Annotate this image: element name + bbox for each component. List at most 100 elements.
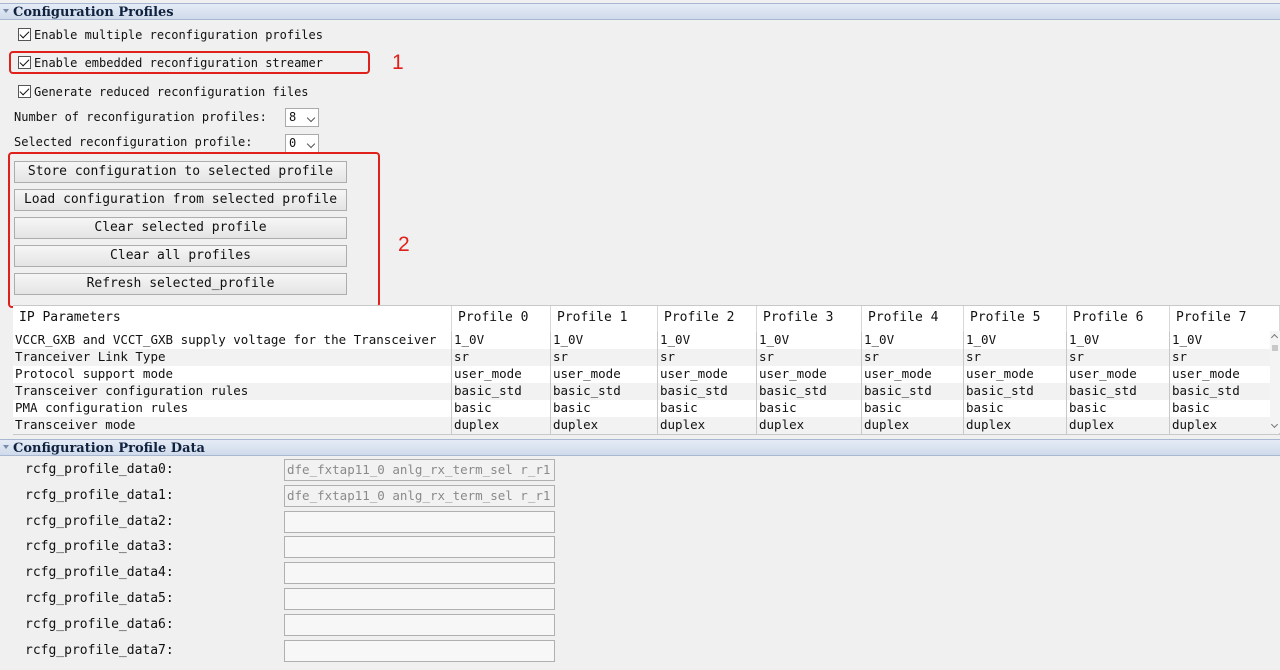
table-header-profile-4[interactable]: Profile 4 (862, 306, 964, 332)
table-cell[interactable]: basic (964, 400, 1067, 417)
profile-data-field-6[interactable] (284, 613, 555, 636)
table-cell[interactable]: 1_0V (658, 332, 757, 349)
profile-data-label: rcfg_profile_data4: (25, 565, 174, 581)
selected-profile-select[interactable]: 0 (285, 134, 319, 153)
table-cell[interactable]: sr (862, 349, 964, 366)
table-cell[interactable]: user_mode (862, 366, 964, 383)
profiles-table: IP Parameters Profile 0 Profile 1 Profile 2… (13, 305, 1280, 435)
annotation-box-1 (9, 51, 370, 74)
table-cell[interactable]: user_mode (658, 366, 757, 383)
configuration-profiles-header[interactable]: Configuration Profiles (0, 3, 1280, 20)
table-cell[interactable]: basic_std (862, 383, 964, 400)
generate-reduced-row[interactable]: Generate reduced reconfiguration files (18, 83, 309, 101)
profile-data-field-4[interactable] (284, 562, 555, 585)
table-cell[interactable]: sr (757, 349, 862, 366)
table-cell[interactable]: duplex (1170, 417, 1280, 434)
chevron-down-icon (306, 113, 316, 123)
table-cell[interactable]: 1_0V (1067, 332, 1170, 349)
table-cell[interactable]: basic_std (1067, 383, 1170, 400)
profile-data-field-3[interactable] (284, 536, 555, 559)
table-header-profile-0[interactable]: Profile 0 (452, 306, 551, 332)
table-cell[interactable]: basic (452, 400, 551, 417)
selected-profile-value: 0 (289, 136, 297, 150)
table-cell[interactable]: duplex (964, 417, 1067, 434)
table-cell[interactable]: basic_std (1170, 383, 1280, 400)
table-cell[interactable]: basic_std (757, 383, 862, 400)
table-cell[interactable]: duplex (1067, 417, 1170, 434)
configuration-profiles-title: Configuration Profiles (13, 5, 174, 20)
table-header-profile-6[interactable]: Profile 6 (1067, 306, 1170, 332)
table-cell[interactable]: sr (964, 349, 1067, 366)
annotation-box-2 (8, 152, 380, 308)
table-cell[interactable]: sr (658, 349, 757, 366)
collapse-triangle-icon[interactable] (3, 445, 9, 449)
enable-multiple-profiles-checkbox[interactable] (18, 28, 31, 41)
scroll-down-icon[interactable] (1270, 420, 1279, 429)
table-header-profile-3[interactable]: Profile 3 (757, 306, 862, 332)
scrollbar-thumb[interactable] (1272, 345, 1278, 351)
profile-data-label: rcfg_profile_data1: (25, 487, 174, 503)
collapse-triangle-icon[interactable] (3, 9, 9, 13)
table-cell[interactable]: 1_0V (452, 332, 551, 349)
table-cell[interactable]: user_mode (551, 366, 658, 383)
table-cell[interactable]: sr (1170, 349, 1280, 366)
profile-data-label: rcfg_profile_data0: (25, 462, 174, 477)
scroll-up-icon[interactable] (1270, 333, 1279, 342)
table-cell[interactable]: user_mode (757, 366, 862, 383)
table-header-profile-1[interactable]: Profile 1 (551, 306, 658, 332)
profile-data-header[interactable]: Configuration Profile Data (0, 439, 1280, 456)
profile-data-field-1[interactable]: dfe_fxtap11_0 anlg_rx_term_sel r_r1 (284, 484, 555, 507)
profile-data-field-5[interactable] (284, 588, 555, 610)
profile-data-title: Configuration Profile Data (13, 441, 205, 456)
table-cell[interactable]: duplex (452, 417, 551, 434)
generate-reduced-label: Generate reduced reconfiguration files (34, 85, 309, 99)
profile-data-label: rcfg_profile_data6: (25, 616, 174, 632)
table-cell[interactable]: duplex (757, 417, 862, 434)
table-cell[interactable]: basic (658, 400, 757, 417)
table-cell[interactable]: basic (757, 400, 862, 417)
enable-multiple-profiles-row[interactable]: Enable multiple reconfiguration profiles (18, 26, 323, 44)
table-cell[interactable]: duplex (862, 417, 964, 434)
table-cell[interactable]: 1_0V (551, 332, 658, 349)
profile-data-label: rcfg_profile_data2: (25, 513, 174, 529)
generate-reduced-checkbox[interactable] (18, 85, 31, 98)
table-cell[interactable]: sr (452, 349, 551, 366)
profile-data-field-7[interactable] (284, 639, 555, 662)
table-cell[interactable]: basic (551, 400, 658, 417)
table-cell[interactable]: sr (1067, 349, 1170, 366)
table-cell[interactable]: basic (1067, 400, 1170, 417)
table-cell[interactable]: user_mode (1067, 366, 1170, 383)
enable-multiple-profiles-label: Enable multiple reconfiguration profiles (34, 28, 323, 42)
table-cell[interactable]: basic (862, 400, 964, 417)
num-profiles-select[interactable]: 8 (285, 108, 319, 127)
table-row-parameter: Protocol support mode (13, 366, 452, 383)
table-cell[interactable]: duplex (658, 417, 757, 434)
table-cell[interactable]: duplex (551, 417, 658, 434)
profile-data-label: rcfg_profile_data7: (25, 642, 174, 658)
table-cell[interactable]: user_mode (452, 366, 551, 383)
table-cell[interactable]: user_mode (964, 366, 1067, 383)
num-profiles-value: 8 (289, 110, 297, 124)
table-cell[interactable]: basic (1170, 400, 1280, 417)
table-cell[interactable]: basic_std (551, 383, 658, 400)
profile-data-field-2[interactable] (284, 510, 555, 533)
selected-profile-label: Selected reconfiguration profile: (14, 135, 253, 149)
chevron-down-icon (306, 139, 316, 149)
table-header-profile-7[interactable]: Profile 7 (1170, 306, 1280, 332)
table-cell[interactable]: 1_0V (964, 332, 1067, 349)
table-cell[interactable]: sr (551, 349, 658, 366)
table-cell[interactable]: 1_0V (862, 332, 964, 349)
table-header-ip-parameters[interactable]: IP Parameters (13, 306, 452, 332)
table-vertical-scrollbar[interactable] (1270, 331, 1280, 433)
table-cell[interactable]: basic_std (658, 383, 757, 400)
profile-data-field-0[interactable]: dfe_fxtap11_0 anlg_rx_term_sel r_r1 (284, 459, 555, 481)
table-cell[interactable]: 1_0V (1170, 332, 1280, 349)
table-row-parameter: Tranceiver Link Type (13, 349, 452, 366)
table-cell[interactable]: basic_std (964, 383, 1067, 400)
table-cell[interactable]: user_mode (1170, 366, 1280, 383)
table-cell[interactable]: basic_std (452, 383, 551, 400)
table-row-parameter: Transceiver mode (13, 417, 452, 434)
table-header-profile-2[interactable]: Profile 2 (658, 306, 757, 332)
table-cell[interactable]: 1_0V (757, 332, 862, 349)
table-header-profile-5[interactable]: Profile 5 (964, 306, 1067, 332)
